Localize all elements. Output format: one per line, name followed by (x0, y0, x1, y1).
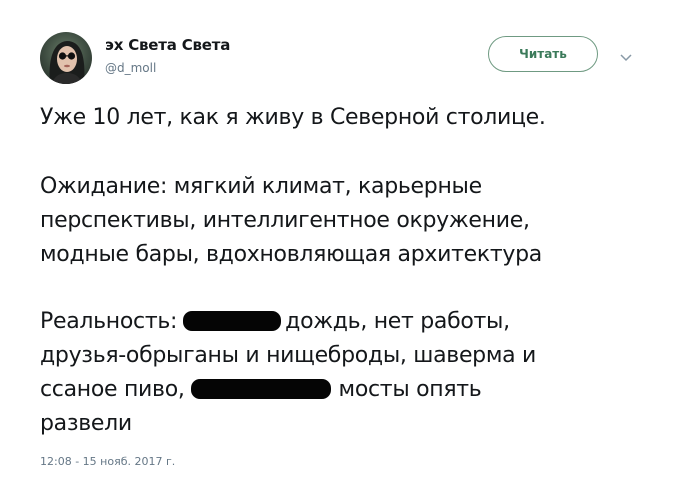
avatar[interactable] (40, 32, 92, 84)
tweet-text-line: перспективы, интеллигентное окружение, (40, 208, 530, 233)
reality-text: мосты опять (338, 377, 482, 402)
tweet-text-line: друзья-обрыганы и нищеброды, шаверма и (40, 343, 537, 368)
user-handle[interactable]: @d_moll (105, 61, 156, 75)
tweet-text-line: Уже 10 лет, как я живу в Северной столиц… (40, 105, 546, 130)
avatar-photo (49, 41, 85, 84)
reality-text: дождь, нет работы, (285, 309, 510, 334)
display-name[interactable]: эх Света Света (105, 36, 230, 54)
reality-prefix: Реальность: (40, 309, 178, 334)
redaction-mark (190, 379, 331, 399)
follow-button[interactable]: Читать (488, 36, 598, 72)
tweet-reality-paragraph: Реальность: дождь, нет работы, друзья-обр… (40, 305, 536, 441)
tweet-card: эх Света Света @d_moll Читать Уже 10 лет… (0, 0, 675, 482)
tweet-text-line: модные бары, вдохновляющая архитектура (40, 242, 542, 267)
reality-text: ссаное пиво, (40, 377, 185, 402)
tweet-expectation-paragraph: Ожидание: мягкий климат, карьерные персп… (40, 170, 542, 272)
tweet-text-line: Реальность: дождь, нет работы, (40, 305, 536, 339)
tweet-text-line: Ожидание: мягкий климат, карьерные (40, 174, 482, 199)
tweet-timestamp[interactable]: 12:08 - 15 нояб. 2017 г. (40, 455, 175, 468)
chevron-down-icon[interactable] (620, 48, 632, 62)
redaction-mark (183, 311, 282, 331)
tweet-text-line: ссаное пиво, мосты опять (40, 373, 536, 407)
tweet-text-line: развели (40, 411, 132, 436)
